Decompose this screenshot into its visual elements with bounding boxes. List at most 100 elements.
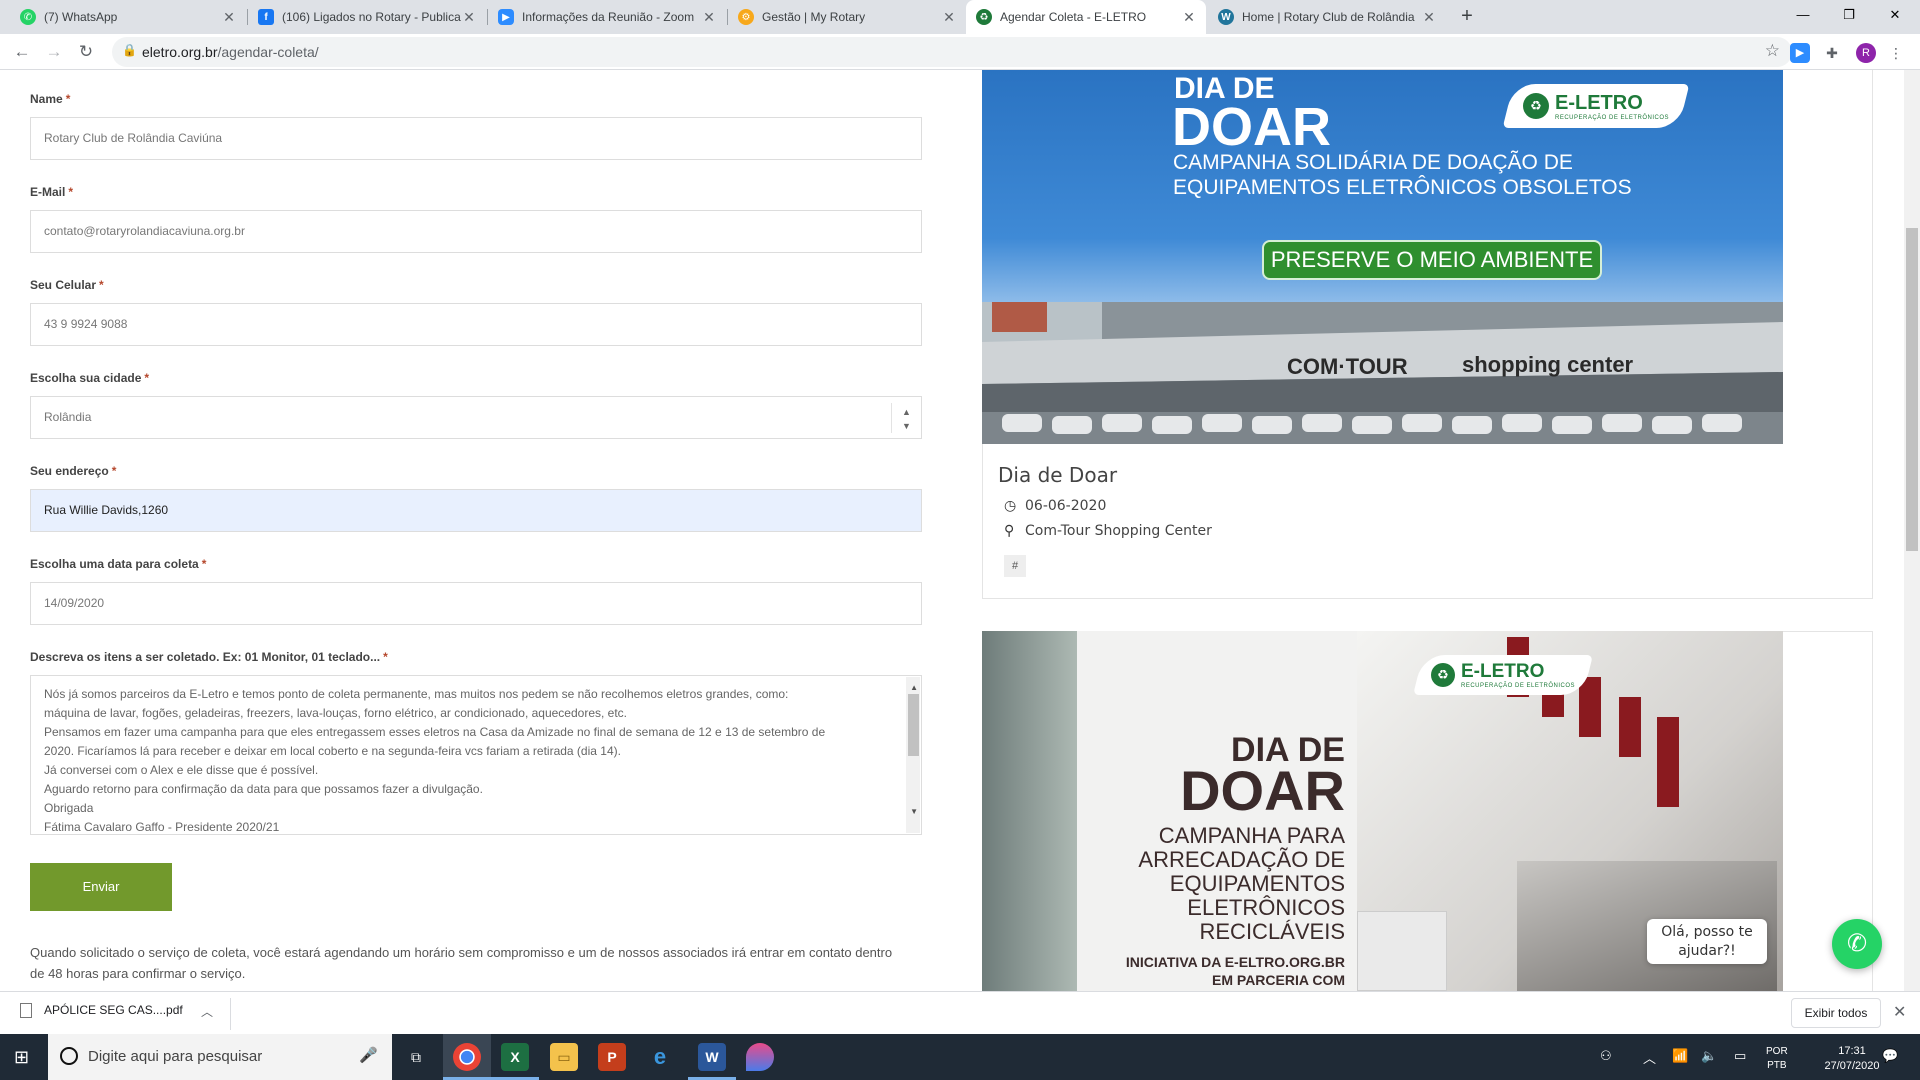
tab-rotary-rolandia[interactable]: W Home | Rotary Club de Rolândia ✕ xyxy=(1208,0,1446,34)
banner-subtitle: EQUIPAMENTOS ELETRÔNICOS OBSOLETOS xyxy=(1173,176,1632,199)
address-input[interactable]: Rua Willie Davids,1260 xyxy=(30,489,922,532)
mall-sign: shopping center xyxy=(1462,352,1634,377)
browser-menu-icon[interactable]: ⋮ xyxy=(1886,43,1906,63)
url-path: /agendar-coleta/ xyxy=(217,44,319,60)
minimize-window-button[interactable]: — xyxy=(1780,0,1826,30)
textarea-line: 2020. Ficaríamos lá para receber e deixa… xyxy=(44,744,621,758)
address-bar[interactable]: 🔒 eletro.org.br/agendar-coleta/ ☆ xyxy=(112,37,1792,67)
whatsapp-chat-button[interactable]: ✆ xyxy=(1832,919,1882,969)
city-select[interactable]: Rolândia ▲ ▼ xyxy=(30,396,922,439)
paint-drop-icon[interactable] xyxy=(746,1043,774,1071)
email-input[interactable]: contato@rotaryrolandiacaviuna.org.br xyxy=(30,210,922,253)
map-pin-icon: ⚲ xyxy=(1004,523,1015,539)
volume-icon[interactable]: 🔈 xyxy=(1701,1048,1717,1064)
profile-avatar[interactable]: R xyxy=(1856,43,1876,63)
input-language[interactable]: POR PTB xyxy=(1766,1045,1788,1073)
excel-icon[interactable]: X xyxy=(501,1043,529,1071)
back-icon[interactable]: ← xyxy=(10,40,34,64)
banner-subtitle: EQUIPAMENTOS xyxy=(1169,871,1345,896)
banner-flag xyxy=(1619,697,1641,757)
powerpoint-icon[interactable]: P xyxy=(598,1043,626,1071)
chat-bubble[interactable]: Olá, posso te ajudar?! xyxy=(1647,919,1767,964)
items-label: Descreva os itens a ser coletado. Ex: 01… xyxy=(30,650,388,664)
banner-badge: PRESERVE O MEIO AMBIENTE xyxy=(1262,240,1602,280)
divider xyxy=(230,998,231,1030)
mall-sign: COM·TOUR xyxy=(1287,354,1408,379)
tab-whatsapp[interactable]: ✆ (7) WhatsApp ✕ xyxy=(10,0,246,34)
restore-window-button[interactable]: ❐ xyxy=(1826,0,1872,30)
page-scroll-thumb[interactable] xyxy=(1906,228,1918,551)
close-tab-icon[interactable]: ✕ xyxy=(942,9,956,26)
download-bar: APÓLICE SEG CAS....pdf ︿ Exibir todos ✕ xyxy=(0,991,1920,1034)
scroll-down-icon[interactable]: ▼ xyxy=(910,802,918,821)
notifications-icon[interactable]: 💬 xyxy=(1882,1048,1898,1064)
show-hidden-icons-chevron[interactable]: ︿ xyxy=(1643,1048,1656,1067)
whatsapp-icon: ✆ xyxy=(1846,930,1868,957)
page-content: Name * Rotary Club de Rolândia Caviúna E-… xyxy=(0,70,1920,991)
windows-start-icon[interactable]: ⊞ xyxy=(14,1047,29,1068)
facebook-icon: f xyxy=(258,9,274,25)
battery-icon[interactable]: ▭ xyxy=(1734,1048,1746,1064)
banner-subtitle: CAMPANHA SOLIDÁRIA DE DOAÇÃO DE xyxy=(1173,151,1573,174)
event-title[interactable]: Dia de Doar xyxy=(998,463,1117,487)
people-icon[interactable]: ⚇ xyxy=(1600,1048,1612,1064)
tab-title: Agendar Coleta - E-LETRO xyxy=(1000,10,1147,24)
recycle-globe-icon: ♻ xyxy=(1522,93,1549,119)
banner-photo-left xyxy=(982,631,1077,991)
bookmark-star-icon[interactable]: ☆ xyxy=(1765,41,1780,61)
wordpress-icon: W xyxy=(1218,9,1234,25)
extensions-puzzle-icon[interactable]: ✚ xyxy=(1822,43,1842,63)
download-item[interactable]: APÓLICE SEG CAS....pdf xyxy=(20,1003,183,1019)
chrome-icon[interactable] xyxy=(453,1043,481,1071)
browser-toolbar: ← → ↻ 🔒 eletro.org.br/agendar-coleta/ ☆ xyxy=(0,34,1920,70)
close-icon[interactable]: ✕ xyxy=(1893,1002,1906,1022)
close-window-button[interactable]: ✕ xyxy=(1872,0,1918,30)
tab-title: Informações da Reunião - Zoom xyxy=(522,10,695,24)
close-tab-icon[interactable]: ✕ xyxy=(462,9,476,26)
clock-icon: ◷ xyxy=(1004,498,1017,514)
edge-icon[interactable]: e xyxy=(646,1043,674,1071)
phone-label: Seu Celular * xyxy=(30,278,104,292)
phone-input[interactable]: 43 9 9924 9088 xyxy=(30,303,922,346)
taskbar-search[interactable]: Digite aqui para pesquisar 🎤 xyxy=(48,1034,392,1080)
mall-sign-board xyxy=(1357,911,1447,991)
chevron-up-icon[interactable]: ︿ xyxy=(201,1003,213,1020)
taskbar: ⊞ Digite aqui para pesquisar 🎤 ⧉ X ▭ P e… xyxy=(0,1034,1920,1080)
close-tab-icon[interactable]: ✕ xyxy=(222,9,236,26)
event-tag[interactable]: # xyxy=(1004,555,1026,577)
new-tab-button[interactable]: + xyxy=(1454,4,1480,30)
search-placeholder: Digite aqui para pesquisar xyxy=(88,1048,263,1065)
reload-icon[interactable]: ↻ xyxy=(74,40,98,64)
tab-facebook[interactable]: f (106) Ligados no Rotary - Publica ✕ xyxy=(248,0,486,34)
textarea-line: Já conversei com o Alex e ele disse que … xyxy=(44,763,319,777)
name-input[interactable]: Rotary Club de Rolândia Caviúna xyxy=(30,117,922,160)
forward-icon[interactable]: → xyxy=(42,40,66,64)
textarea-line: Pensamos em fazer uma campanha para que … xyxy=(44,725,826,739)
task-view-icon[interactable]: ⧉ xyxy=(402,1043,430,1071)
textarea-scroll-thumb[interactable] xyxy=(908,694,919,756)
date-label: Escolha uma data para coleta * xyxy=(30,557,207,571)
event-banner-image[interactable]: DIA DE DOAR CAMPANHA SOLIDÁRIA DE DOAÇÃO… xyxy=(982,70,1783,444)
network-icon[interactable]: 📶 xyxy=(1672,1048,1688,1064)
file-explorer-icon[interactable]: ▭ xyxy=(550,1043,578,1071)
tab-agendar-coleta[interactable]: ♻ Agendar Coleta - E-LETRO ✕ xyxy=(966,0,1206,34)
microphone-icon[interactable]: 🎤 xyxy=(359,1046,378,1064)
zoom-extension-icon[interactable]: ▶ xyxy=(1790,43,1810,63)
tab-my-rotary[interactable]: ⚙ Gestão | My Rotary ✕ xyxy=(728,0,966,34)
close-tab-icon[interactable]: ✕ xyxy=(702,9,716,26)
textarea-line: Nós já somos parceiros da E-Letro e temo… xyxy=(44,687,789,701)
show-all-downloads-button[interactable]: Exibir todos xyxy=(1791,998,1881,1028)
select-arrows-icon: ▲ ▼ xyxy=(891,403,921,433)
close-tab-icon[interactable]: ✕ xyxy=(1422,9,1436,26)
date-input[interactable]: 14/09/2020 xyxy=(30,582,922,625)
items-textarea[interactable]: Nós já somos parceiros da E-Letro e temo… xyxy=(30,675,922,835)
banner-heading-large: DOAR xyxy=(1172,97,1331,157)
submit-button[interactable]: Enviar xyxy=(30,863,172,911)
tab-zoom[interactable]: ▶ Informações da Reunião - Zoom ✕ xyxy=(488,0,726,34)
scroll-up-icon[interactable]: ▲ xyxy=(910,678,918,697)
whatsapp-icon: ✆ xyxy=(20,9,36,25)
close-tab-icon[interactable]: ✕ xyxy=(1182,9,1196,26)
eletro-icon: ♻ xyxy=(976,9,992,25)
word-icon[interactable]: W xyxy=(698,1043,726,1071)
address-label: Seu endereço * xyxy=(30,464,117,478)
